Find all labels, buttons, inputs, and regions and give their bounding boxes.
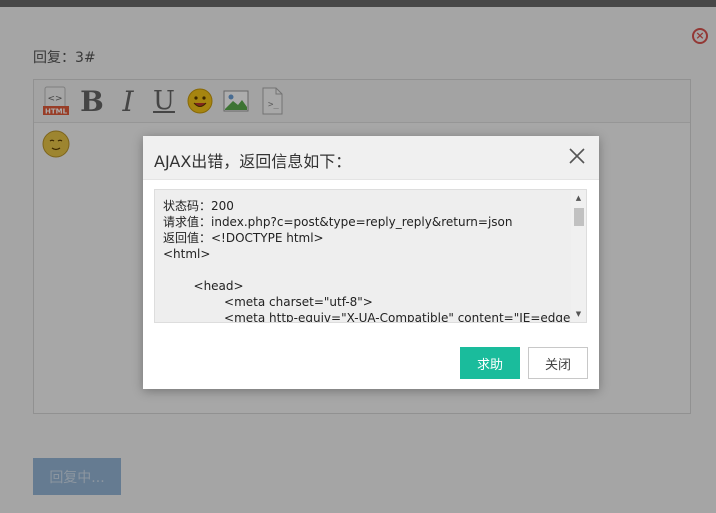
close-icon[interactable] xyxy=(567,146,587,166)
log-scrollbar[interactable]: ▲ ▼ xyxy=(571,190,586,322)
close-button[interactable]: 关闭 xyxy=(528,347,588,379)
error-log-textarea[interactable]: 状态码：200 请求值：index.php?c=post&type=reply_… xyxy=(154,189,587,323)
error-log-text: 状态码：200 请求值：index.php?c=post&type=reply_… xyxy=(163,199,581,323)
scroll-up-icon[interactable]: ▲ xyxy=(571,192,586,204)
dialog-title: AJAX出错，返回信息如下： xyxy=(154,152,352,171)
ajax-error-dialog: AJAX出错，返回信息如下： 状态码：200 请求值：index.php?c=p… xyxy=(143,136,599,389)
help-button[interactable]: 求助 xyxy=(460,347,520,379)
scroll-thumb[interactable] xyxy=(574,208,584,226)
dialog-header: AJAX出错，返回信息如下： xyxy=(143,136,599,180)
scroll-down-icon[interactable]: ▼ xyxy=(571,308,586,320)
